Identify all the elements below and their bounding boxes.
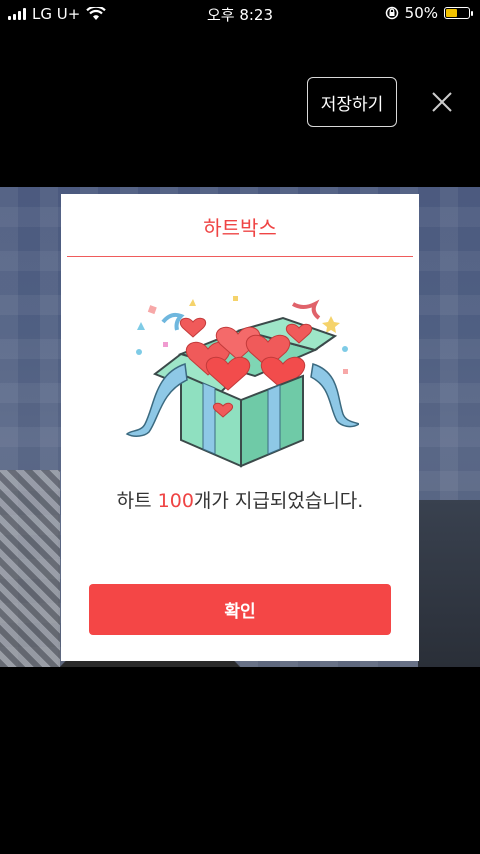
- confirm-button[interactable]: 확인: [89, 584, 391, 635]
- reward-message: 하트 100개가 지급되었습니다.: [61, 486, 419, 513]
- battery-icon: [444, 7, 473, 19]
- battery-percent: 50%: [404, 4, 438, 22]
- dialog-divider: [67, 256, 413, 257]
- gift-box-illustration: [125, 296, 359, 468]
- status-right: 50%: [385, 4, 473, 22]
- save-button[interactable]: 저장하기: [307, 77, 397, 127]
- dialog-title: 하트박스: [203, 216, 277, 240]
- background-photo-detail-right: [418, 500, 480, 667]
- heart-count: 100: [157, 490, 194, 512]
- background-photo-detail: [0, 470, 60, 667]
- heart-box-dialog: 하트박스 하트 100개가 지급되었습니다. 확인: [61, 194, 419, 661]
- message-prefix: 하트: [116, 490, 158, 512]
- message-suffix: 개가 지급되었습니다.: [193, 490, 364, 512]
- close-icon[interactable]: [430, 90, 454, 114]
- status-bar: LG U+ 오후 8:23 50%: [0, 0, 480, 28]
- rotation-lock-icon: [385, 6, 398, 20]
